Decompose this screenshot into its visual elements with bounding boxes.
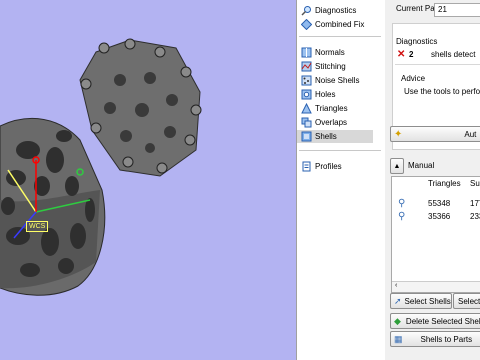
magnifier-icon (301, 6, 311, 16)
select-shells-button[interactable]: ➚ Select Shells (390, 293, 452, 309)
normals-icon (301, 47, 312, 58)
horizontal-scrollbar[interactable]: ‹ (392, 281, 480, 292)
current-part-field[interactable]: 21 (434, 3, 480, 17)
manual-title: Manual (408, 161, 435, 170)
select-shells-label: Select Shells (404, 296, 451, 306)
nav-separator (299, 36, 381, 37)
shells-to-parts-button[interactable]: ▦ Shells to Parts (390, 331, 480, 347)
advice-text: Use the tools to perform (404, 87, 480, 96)
nav-item-profiles[interactable]: Profiles (301, 160, 342, 173)
table-row[interactable]: ⚲ 35366 233 (398, 210, 480, 222)
nav-label-overlaps: Overlaps (315, 118, 348, 127)
nav-item-normals[interactable]: Normals (301, 46, 345, 59)
diagnostics-text: shells detect (431, 50, 476, 59)
nav-label-normals: Normals (315, 48, 345, 57)
profiles-icon (302, 161, 311, 172)
nav-label-profiles: Profiles (315, 162, 342, 171)
row-triangles: 35366 (428, 211, 451, 221)
nav-label-combined-fix: Combined Fix (315, 20, 365, 29)
nav-separator (299, 150, 381, 151)
ring-model[interactable] (0, 118, 106, 296)
nav-item-shells[interactable]: Shells (297, 130, 373, 143)
row-surface: 233 (470, 211, 480, 221)
shells-panel: Current Part: 21 Diagnostics ✕ 2 shells … (385, 0, 480, 360)
diamond-icon (301, 19, 312, 30)
stitching-icon (301, 61, 312, 72)
parts-icon: ▦ (394, 333, 403, 344)
nav-label-stitching: Stitching (315, 62, 346, 71)
nav-item-diagnostics[interactable]: Diagnostics (301, 4, 356, 17)
wcs-label: WCS (26, 221, 49, 232)
error-x-icon: ✕ (397, 49, 406, 60)
nav-item-overlaps[interactable]: Overlaps (301, 116, 347, 129)
row-triangles: 55348 (428, 198, 451, 208)
holes-icon (301, 89, 312, 100)
auto-fix-label: Aut (464, 129, 477, 139)
fix-navigation-panel: Diagnostics Combined Fix Normals Stitchi… (297, 0, 386, 360)
3d-viewport[interactable]: WCS (0, 0, 296, 360)
select-other-button[interactable]: Select (453, 293, 480, 309)
delete-selected-shells-button[interactable]: ◆ Delete Selected Shells (390, 313, 480, 329)
nav-item-holes[interactable]: Holes (301, 88, 335, 101)
select-other-label: Select (458, 296, 480, 306)
delete-cube-icon: ◆ (394, 315, 401, 326)
group-divider (395, 64, 480, 65)
wrench-icon: ⚲ (398, 197, 406, 209)
auto-fix-button[interactable]: ✦ Aut (390, 126, 480, 142)
row-surface: 177 (470, 198, 480, 208)
wand-icon: ✦ (394, 128, 403, 140)
column-header-surface[interactable]: Sur (470, 179, 480, 188)
shells-table[interactable]: Triangles Sur ⚲ 55348 177 ⚲ 35366 233 ‹ (391, 176, 480, 293)
shells-icon (301, 131, 312, 142)
nav-item-combined-fix[interactable]: Combined Fix (301, 18, 364, 31)
table-row[interactable]: ⚲ 55348 177 (398, 197, 480, 209)
overlaps-icon (301, 117, 312, 128)
advice-title: Advice (401, 74, 426, 83)
scroll-left-icon[interactable]: ‹ (395, 282, 397, 289)
delete-selected-label: Delete Selected Shells (405, 316, 480, 326)
nav-item-noise-shells[interactable]: Noise Shells (301, 74, 359, 87)
shells-to-parts-label: Shells to Parts (420, 334, 473, 344)
nav-label-holes: Holes (315, 90, 336, 99)
column-header-triangles[interactable]: Triangles (428, 179, 461, 188)
nav-item-stitching[interactable]: Stitching (301, 60, 346, 73)
lattice-model[interactable] (79, 38, 202, 177)
nav-label-diagnostics: Diagnostics (315, 6, 357, 15)
diagnostics-title: Diagnostics (396, 37, 438, 46)
noise-shells-icon (301, 75, 312, 86)
nav-item-triangles[interactable]: Triangles (301, 102, 348, 115)
triangles-icon (301, 103, 312, 114)
collapse-manual-button[interactable]: ▲ (390, 158, 404, 174)
nav-label-noise-shells: Noise Shells (315, 76, 360, 85)
shell-count: 2 (409, 50, 414, 59)
chevron-up-icon: ▲ (393, 162, 401, 170)
nav-label-shells: Shells (315, 132, 337, 141)
wrench-icon: ⚲ (398, 210, 406, 222)
viewport-canvas[interactable] (0, 0, 296, 360)
nav-label-triangles: Triangles (315, 104, 348, 113)
cursor-icon: ➚ (394, 295, 402, 306)
